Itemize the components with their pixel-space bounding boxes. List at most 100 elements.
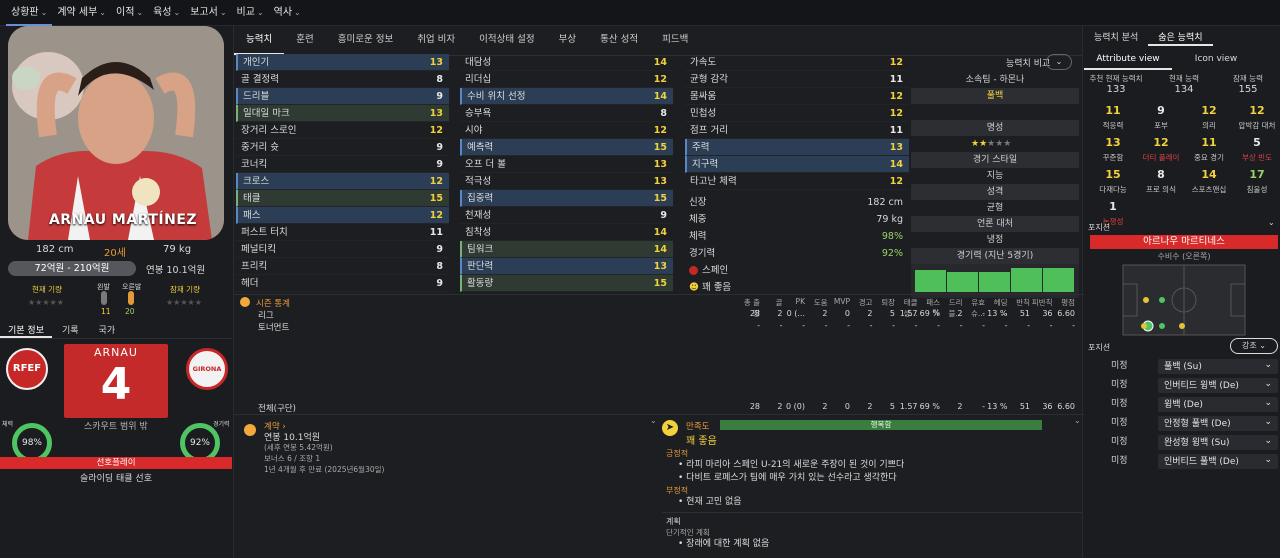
role-dropdown[interactable]: 풀백 (Su) ⌄ xyxy=(1158,359,1278,374)
chevron-down-icon: ⌄ xyxy=(219,7,227,17)
morale-details: 긍정적 • 라피 마리아 스페인 U-21의 새로운 주장이 된 것이 기쁘다 … xyxy=(666,448,1066,509)
mental-attribute-row[interactable]: 시야 12 xyxy=(460,122,673,139)
left-foot-icon xyxy=(101,291,107,305)
technical-attribute-row[interactable]: 장거리 스로인 12 xyxy=(236,122,449,139)
nav-item-transfer[interactable]: 이적 ⌄ xyxy=(111,0,148,26)
tab-work-permit[interactable]: 취업 비자 xyxy=(405,25,467,55)
nav-item-contract[interactable]: 계약 세부 ⌄ xyxy=(52,0,111,26)
technical-attribute-row[interactable]: 헤더 9 xyxy=(236,275,449,292)
physical-attribute-row[interactable]: 지구력 14 xyxy=(685,156,909,173)
tab-training[interactable]: 훈련 xyxy=(284,25,325,55)
mental-attribute-row[interactable]: 활동량 15 xyxy=(460,275,673,292)
tab-attribute-analysis[interactable]: 능력치 분석 xyxy=(1084,26,1148,46)
tab-interesting-info[interactable]: 흥미로운 정보 xyxy=(326,25,405,55)
mental-attribute-row[interactable]: 예측력 15 xyxy=(460,139,673,156)
mental-attribute-row[interactable]: 천재성 9 xyxy=(460,207,673,224)
mental-attribute-row[interactable]: 집중력 15 xyxy=(460,190,673,207)
mental-attribute-row[interactable]: 판단력 13 xyxy=(460,258,673,275)
mental-attribute-row[interactable]: 오프 더 볼 13 xyxy=(460,156,673,173)
tab-records[interactable]: 기록 xyxy=(52,323,89,338)
tab-career-stats[interactable]: 통산 성적 xyxy=(588,25,650,55)
nav-item-compare[interactable]: 비교 ⌄ xyxy=(232,0,269,26)
technical-attribute-row[interactable]: 프리킥 8 xyxy=(236,258,449,275)
nav-item-history[interactable]: 역사 ⌄ xyxy=(269,0,306,26)
attribute-value: 9 xyxy=(436,142,443,153)
role-dropdown[interactable]: 안정형 풀백 (De) ⌄ xyxy=(1158,416,1278,431)
role-dropdown[interactable]: 윙백 (De) ⌄ xyxy=(1158,397,1278,412)
season-stat-cell: 5 xyxy=(889,402,895,411)
technical-attribute-row[interactable]: 중거리 슛 9 xyxy=(236,139,449,156)
total-label: 전체(구단) xyxy=(258,404,296,414)
physical-attribute-row[interactable]: 점프 거리 11 xyxy=(685,122,909,139)
role-row[interactable]: 미정 안정형 풀백 (De) ⌄ xyxy=(1084,415,1280,432)
nav-item-dashboard[interactable]: 상황판 ⌄ xyxy=(6,0,53,26)
technical-attribute-row[interactable]: 드리블 9 xyxy=(236,88,449,105)
technical-attribute-row[interactable]: 골 결정력 8 xyxy=(236,71,449,88)
attribute-label: 패스 xyxy=(243,210,261,221)
technical-attribute-row[interactable]: 페널티킥 9 xyxy=(236,241,449,258)
tournament-label: 토너먼트 xyxy=(258,323,290,333)
contract-collapse-icon[interactable]: ⌄ xyxy=(650,416,657,425)
physical-attributes: 가속도 12 균형 감각 11 몸싸움 12 민첩성 12 점프 거리 11 주력 13 지구력 14 타고… xyxy=(685,54,909,190)
mental-attribute-row[interactable]: 적극성 13 xyxy=(460,173,673,190)
technical-attribute-row[interactable]: 코너킥 9 xyxy=(236,156,449,173)
technical-attribute-row[interactable]: 일대일 마크 13 xyxy=(236,105,449,122)
compare-attributes-button[interactable]: 능력치 비교 xyxy=(1006,56,1084,70)
nav-item-development[interactable]: 육성 ⌄ xyxy=(148,0,185,26)
current-ability-label: 현재 기량 xyxy=(32,285,62,294)
role-dropdown[interactable]: 인버티드 윙백 (De) ⌄ xyxy=(1158,378,1278,393)
nav-item-reports[interactable]: 보고서 ⌄ xyxy=(185,0,231,26)
attribute-label: 예측력 xyxy=(467,142,494,153)
physical-attribute-row[interactable]: 민첩성 12 xyxy=(685,105,909,122)
season-stat-cell: 6.60 xyxy=(1057,309,1075,318)
mental-attribute-row[interactable]: 리더십 12 xyxy=(460,71,673,88)
tab-basic-info[interactable]: 기본 정보 xyxy=(0,323,52,338)
role-dropdown[interactable]: 완성형 윙백 (Su) ⌄ xyxy=(1158,435,1278,450)
physical-attribute-row[interactable]: 균형 감각 11 xyxy=(685,71,909,88)
technical-attribute-row[interactable]: 태클 15 xyxy=(236,190,449,207)
physical-attribute-row[interactable]: 가속도 12 xyxy=(685,54,909,71)
hidden-attribute-label: 부상 빈도 xyxy=(1242,153,1272,162)
role-row[interactable]: 미정 윙백 (De) ⌄ xyxy=(1084,396,1280,413)
tab-hidden-attributes[interactable]: 숨은 능력치 xyxy=(1148,26,1213,46)
national-federation-logo: RFEF xyxy=(6,348,48,390)
role-row[interactable]: 미정 인버티드 풀백 (De) ⌄ xyxy=(1084,453,1280,470)
technical-attribute-row[interactable]: 크로스 12 xyxy=(236,173,449,190)
technical-attribute-row[interactable]: 개인기 13 xyxy=(236,54,449,71)
technical-attribute-row[interactable]: 퍼스트 터치 11 xyxy=(236,224,449,241)
position-text: 풀백 xyxy=(911,88,1079,104)
physical-attribute-row[interactable]: 주력 13 xyxy=(685,139,909,156)
preferred-moves-header: 선호플레이 xyxy=(0,457,232,469)
attribute-label: 태클 xyxy=(243,193,261,204)
league-stats-row: 28 2 0 (... 2 0 2 5 1.57 69 % 2-13 % 51 36 6.60 xyxy=(738,309,1078,319)
attribute-label: 골 결정력 xyxy=(241,74,279,85)
tab-attributes[interactable]: 능력치 xyxy=(234,25,285,55)
attribute-label: 헤더 xyxy=(241,278,259,289)
tab-attribute-view[interactable]: Attribute view xyxy=(1084,50,1172,70)
technical-attribute-row[interactable]: 패스 12 xyxy=(236,207,449,224)
highlight-dropdown[interactable]: 강조 ⌄ xyxy=(1230,338,1278,354)
mental-attribute-row[interactable]: 승부욕 8 xyxy=(460,105,673,122)
mental-attribute-row[interactable]: 침착성 14 xyxy=(460,224,673,241)
morale-collapse-icon[interactable]: ⌄ xyxy=(1074,416,1081,425)
tab-national[interactable]: 국가 xyxy=(89,323,126,338)
role-row[interactable]: 미정 인버티드 윙백 (De) ⌄ xyxy=(1084,377,1280,394)
position-collapse-icon[interactable]: ⌄ xyxy=(1268,218,1275,227)
tab-icon-view[interactable]: Icon view xyxy=(1172,50,1260,70)
role-dropdown[interactable]: 인버티드 풀백 (De) ⌄ xyxy=(1158,454,1278,469)
tab-transfer-status[interactable]: 이적상태 설정 xyxy=(467,25,546,55)
physical-attribute-row[interactable]: 타고난 체력 12 xyxy=(685,173,909,190)
attributes-panel: 능력치 훈련 흥미로운 정보 취업 비자 이적상태 설정 부상 통산 성적 피드… xyxy=(233,25,1084,558)
role-row[interactable]: 미정 완성형 윙백 (Su) ⌄ xyxy=(1084,434,1280,451)
tab-feedback[interactable]: 피드백 xyxy=(650,25,700,55)
mental-attribute-row[interactable]: 수비 위치 선정 14 xyxy=(460,88,673,105)
physical-attribute-row[interactable]: 몸싸움 12 xyxy=(685,88,909,105)
reputation-label: 명성 xyxy=(911,120,1079,136)
season-stat-cell: 골 xyxy=(775,298,783,307)
compare-dropdown-button[interactable]: ⌄ xyxy=(1046,54,1072,70)
mental-attribute-row[interactable]: 대담성 14 xyxy=(460,54,673,71)
tab-injury[interactable]: 부상 xyxy=(547,25,588,55)
mental-attribute-row[interactable]: 팀워크 14 xyxy=(460,241,673,258)
potential-ability: 잠재 능력 155 xyxy=(1233,74,1263,95)
role-row[interactable]: 미정 풀백 (Su) ⌄ xyxy=(1084,358,1280,375)
